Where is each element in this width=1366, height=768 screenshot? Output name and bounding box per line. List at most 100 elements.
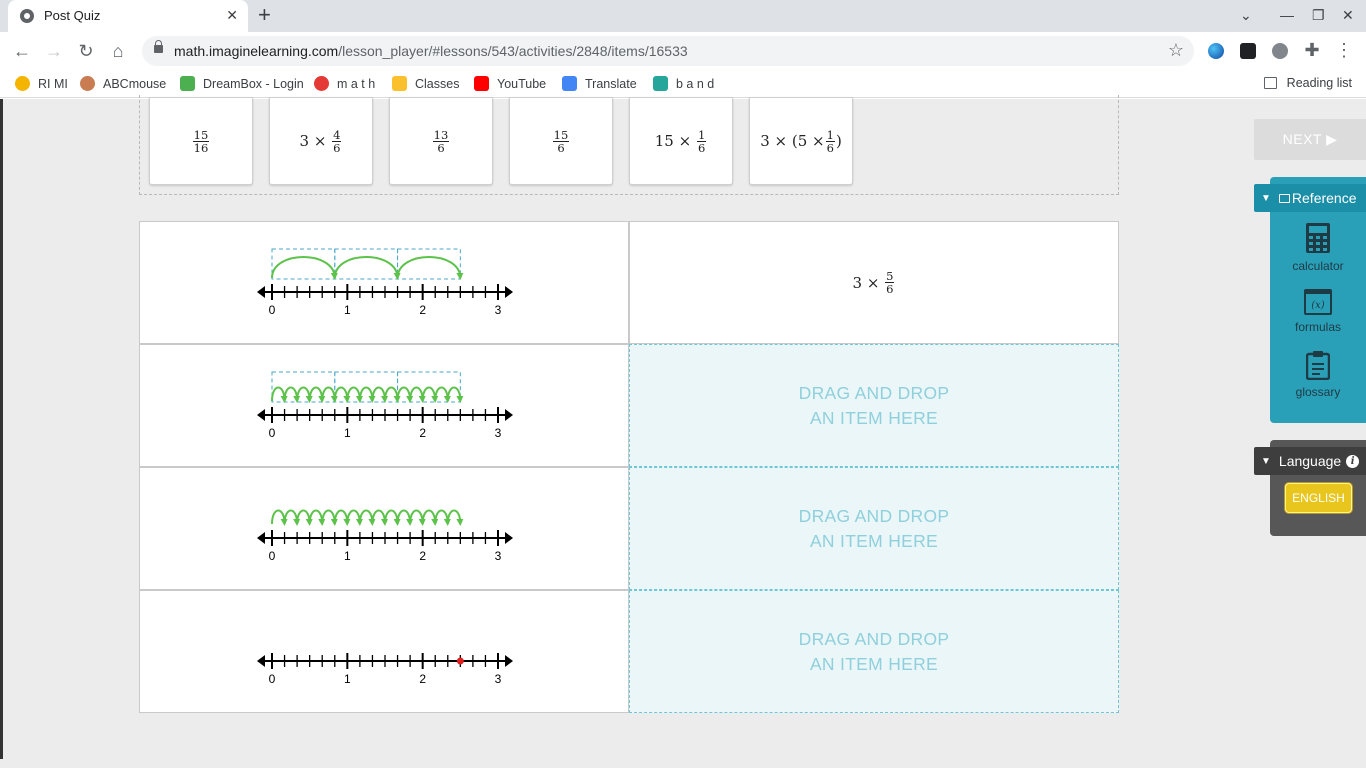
- fraction: 16: [825, 127, 835, 155]
- fraction: 15 16: [192, 127, 210, 155]
- number-line-cell: 0 1 2 3: [139, 590, 629, 713]
- jump-arrowhead: [456, 519, 464, 526]
- bookmark-item[interactable]: b a n d: [653, 76, 714, 91]
- calculator-label: calculator: [1292, 259, 1344, 273]
- drop-zone[interactable]: DRAG AND DROP AN ITEM HERE: [629, 590, 1119, 713]
- browser-tab[interactable]: Post Quiz ✕: [8, 0, 248, 32]
- calculator-tool[interactable]: calculator: [1270, 222, 1366, 273]
- profile-sync-icon[interactable]: [1272, 43, 1288, 59]
- browser-toolbar: ← → ↻ ⌂ math.imaginelearning.com/lesson_…: [0, 32, 1366, 70]
- jump-arrowhead: [456, 273, 464, 280]
- minimize-icon[interactable]: —: [1280, 6, 1294, 24]
- point-marker: [456, 657, 464, 665]
- drop-zone-label: DRAG AND DROP AN ITEM HERE: [798, 382, 950, 428]
- left-arrow-icon: [257, 409, 265, 421]
- number-line-cell: 0 1 2 3: [139, 221, 629, 344]
- bookmark-item[interactable]: Classes: [392, 76, 459, 91]
- group-box: [334, 248, 399, 280]
- bookmark-item[interactable]: YouTube: [474, 76, 546, 91]
- reading-list-button[interactable]: Reading list: [1263, 76, 1352, 90]
- extension-globe-icon[interactable]: [1208, 43, 1224, 59]
- reference-calculator-icon: [1278, 193, 1290, 203]
- answer-card[interactable]: 15 16: [149, 97, 253, 185]
- url-text: math.imaginelearning.com/lesson_player/#…: [174, 43, 688, 59]
- close-window-icon[interactable]: ✕: [1342, 6, 1354, 24]
- menu-icon[interactable]: ⋮: [1333, 39, 1355, 61]
- drop-zone-label: DRAG AND DROP AN ITEM HERE: [798, 505, 950, 551]
- number-line-cell: 0 1 2 3: [139, 344, 629, 467]
- extension-icon[interactable]: [1240, 43, 1256, 59]
- close-tab-icon[interactable]: ✕: [226, 7, 238, 23]
- svg-text:(x): (x): [1311, 300, 1325, 311]
- tick-label: 3: [495, 672, 502, 686]
- bookmark-item[interactable]: m a t h: [314, 76, 375, 91]
- answer-card[interactable]: 3 × 46: [269, 97, 373, 185]
- bookmark-item[interactable]: Translate: [562, 76, 637, 91]
- bookmark-item[interactable]: DreamBox - Login: [180, 76, 304, 91]
- fraction: 13 6: [432, 127, 450, 155]
- info-icon[interactable]: i: [1346, 454, 1360, 468]
- bookmark-item[interactable]: RI MI: [15, 76, 68, 91]
- extensions-puzzle-icon[interactable]: ✚: [1301, 39, 1323, 61]
- tick-label: 1: [344, 549, 351, 563]
- bookmark-star-icon[interactable]: ☆: [1168, 40, 1184, 61]
- tick-label: 2: [419, 672, 426, 686]
- reference-toggle[interactable]: ▼ Reference: [1254, 184, 1366, 212]
- number-line: 0 1 2 3: [257, 653, 513, 686]
- answer-card[interactable]: 15 × 16: [629, 97, 733, 185]
- tick-label: 3: [495, 303, 502, 317]
- pinterest-icon: [314, 76, 329, 91]
- back-icon[interactable]: ←: [11, 40, 33, 62]
- left-arrow-icon: [257, 532, 265, 544]
- right-arrow-icon: [505, 655, 513, 667]
- formulas-icon: (x): [1304, 289, 1332, 315]
- language-toggle[interactable]: ▼ Language i: [1254, 447, 1366, 475]
- answer-card[interactable]: 3 × (5 × 1 6): [749, 97, 853, 185]
- tab-search-icon[interactable]: ⌄: [1240, 6, 1252, 24]
- glossary-clipboard-icon: [1305, 351, 1331, 381]
- drop-zone[interactable]: DRAG AND DROP AN ITEM HERE: [629, 344, 1119, 467]
- english-button[interactable]: ENGLISH: [1285, 483, 1352, 513]
- translate-icon: [562, 76, 577, 91]
- formulas-tool[interactable]: (x) formulas: [1270, 289, 1366, 334]
- reload-icon[interactable]: ↻: [75, 40, 97, 62]
- glossary-tool[interactable]: glossary: [1270, 350, 1366, 399]
- jump-arc: [396, 256, 462, 279]
- answer-card[interactable]: 15 6: [509, 97, 613, 185]
- right-arrow-icon: [505, 286, 513, 298]
- fraction: 16: [696, 127, 707, 155]
- tab-strip: Post Quiz ✕ + ⌄ — ❐ ✕: [0, 0, 1366, 32]
- tick-label: 0: [269, 549, 276, 563]
- group-box: [397, 248, 461, 280]
- address-bar[interactable]: math.imaginelearning.com/lesson_player/#…: [142, 36, 1194, 66]
- tick-label: 1: [344, 426, 351, 440]
- tick-label: 2: [419, 426, 426, 440]
- left-arrow-icon: [257, 655, 265, 667]
- answer-cell: 3 × 56: [629, 221, 1119, 344]
- next-button[interactable]: NEXT ▶: [1254, 119, 1366, 160]
- new-tab-button[interactable]: +: [258, 3, 271, 27]
- tick-label: 0: [269, 426, 276, 440]
- fraction: 15 6: [552, 127, 570, 155]
- dreambox-icon: [180, 76, 195, 91]
- calculator-icon: [1306, 223, 1330, 253]
- reading-list-icon: [1263, 77, 1277, 89]
- left-arrow-icon: [257, 286, 265, 298]
- restore-icon[interactable]: ❐: [1312, 6, 1325, 24]
- matching-grid: 0 1 2 3 3 × 5 6 0 1 2 3 DRAG AND DROP AN ITEM HERE 0…: [139, 221, 1119, 714]
- drop-zone-label: DRAG AND DROP AN ITEM HERE: [798, 628, 950, 674]
- drop-zone[interactable]: DRAG AND DROP AN ITEM HERE: [629, 467, 1119, 590]
- tick-label: 1: [344, 672, 351, 686]
- jump-arc: [271, 256, 336, 279]
- youtube-icon: [474, 76, 489, 91]
- circle-icon: [15, 76, 30, 91]
- answer-card[interactable]: 13 6: [389, 97, 493, 185]
- tick-label: 1: [344, 303, 351, 317]
- forward-icon[interactable]: →: [43, 40, 65, 62]
- page-edge: [0, 99, 3, 759]
- home-icon[interactable]: ⌂: [107, 40, 129, 62]
- fraction: 46: [332, 127, 342, 155]
- bookmark-item[interactable]: ABCmouse: [80, 76, 166, 91]
- number-line-cell: 0 1 2 3: [139, 467, 629, 590]
- collapse-triangle-icon: ▼: [1261, 455, 1271, 467]
